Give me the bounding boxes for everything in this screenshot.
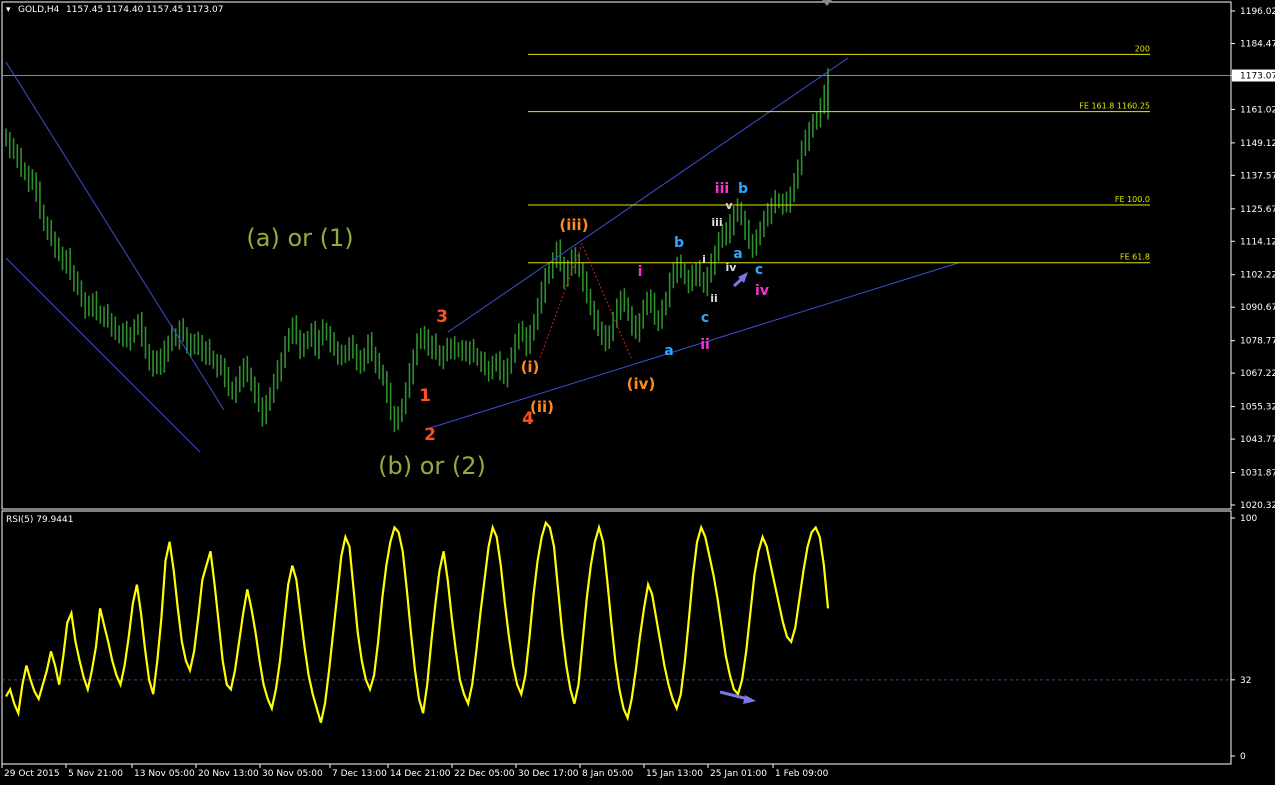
chart-canvas: ▾ GOLD,H4 1157.45 1174.40 1157.45 1173.0… — [1, 0, 1275, 779]
time-tick-label: 15 Jan 13:00 — [646, 769, 703, 779]
wave-label: (iii) — [559, 216, 588, 234]
wave-label: 1 — [419, 386, 431, 406]
wave-label: c — [701, 310, 709, 326]
fib-level-label: FE 61.8 — [1120, 253, 1150, 262]
wave-label: (b) or (2) — [378, 452, 486, 480]
price-layer — [5, 68, 829, 433]
price-tick-label: 1149.12 — [1240, 139, 1275, 149]
wave-label: (i) — [521, 358, 540, 376]
wave-label: i — [702, 253, 706, 266]
wave-label: (ii) — [530, 398, 554, 416]
wave-label: a — [733, 246, 742, 262]
price-tick-label: 1114.12 — [1240, 237, 1275, 247]
fib-level-label: FE 100.0 — [1115, 195, 1150, 204]
time-tick-label: 7 Dec 13:00 — [332, 769, 387, 779]
price-tick-label: 1196.02 — [1240, 7, 1275, 17]
time-tick-label: 25 Jan 01:00 — [710, 769, 767, 779]
time-tick-label: 14 Dec 21:00 — [390, 769, 451, 779]
price-tick-label: 1161.02 — [1240, 105, 1275, 115]
overlay-layer: 200 FE 161.8 1160.25 FE 100.0 FE 61.8 (a) or… — [2, 44, 1231, 704]
arrow-icon — [719, 690, 749, 701]
price-tick-label: 1031.87 — [1240, 469, 1275, 479]
price-tick-label: 1020.32 — [1240, 501, 1275, 511]
time-tick-label: 29 Oct 2015 — [4, 769, 60, 779]
wave-label: iii — [711, 216, 722, 229]
current-price-label: 1173.07 — [1240, 72, 1275, 82]
rsi-panel — [1, 510, 1232, 765]
channel-line — [5, 61, 225, 411]
wave-label: iii — [715, 181, 729, 197]
wave-label: v — [725, 199, 733, 212]
price-panel — [1, 1, 1232, 510]
price-tick-label: 1043.77 — [1240, 435, 1275, 445]
wave-label: iv — [726, 261, 738, 274]
channel-line — [429, 262, 959, 429]
wave-label: a — [664, 343, 673, 359]
price-tick-label: 1078.77 — [1240, 337, 1275, 347]
rsi-tick-label: 0 — [1240, 752, 1246, 762]
time-tick-label: 8 Jan 05:00 — [582, 769, 634, 779]
wave-label: ii — [710, 292, 718, 305]
time-tick-label: 30 Nov 05:00 — [262, 769, 323, 779]
price-tick-label: 1055.32 — [1240, 403, 1275, 413]
wave-label: b — [674, 235, 684, 251]
wave-label: i — [638, 264, 643, 280]
symbol-label: GOLD,H4 — [18, 5, 60, 15]
axis-layer: 1196.02 1184.47 1173.07 1161.02 1149.12 1137.… — [1, 7, 1275, 779]
price-tick-label: 1184.47 — [1240, 39, 1275, 49]
time-tick-label: 13 Nov 05:00 — [134, 769, 195, 779]
wave-label: ii — [700, 337, 710, 353]
price-tick-label: 1137.57 — [1240, 171, 1275, 181]
rsi-tick-label: 100 — [1240, 514, 1257, 524]
ohlc-readout: 1157.45 1174.40 1157.45 1173.07 — [66, 5, 223, 15]
channel-line — [447, 57, 849, 333]
price-tick-label: 1125.67 — [1240, 205, 1275, 215]
rsi-tick-label: 32 — [1240, 676, 1251, 686]
fib-level-label: FE 161.8 1160.25 — [1079, 102, 1150, 111]
price-tick-label: 1090.67 — [1240, 303, 1275, 313]
fib-level-label: 200 — [1135, 44, 1150, 53]
wave-label: iv — [755, 283, 769, 299]
time-tick-label: 22 Dec 05:00 — [454, 769, 515, 779]
price-tick-label: 1102.22 — [1240, 271, 1275, 281]
price-tick-label: 1067.22 — [1240, 369, 1275, 379]
time-tick-label: 5 Nov 21:00 — [68, 769, 123, 779]
wave-label: 3 — [436, 307, 448, 327]
time-tick-label: 1 Feb 09:00 — [775, 769, 829, 779]
rsi-line — [5, 520, 830, 724]
wave-label: b — [738, 181, 748, 197]
wave-label: c — [755, 262, 763, 278]
rsi-label: RSI(5) 79.9441 — [6, 515, 73, 525]
chart-shift-marker[interactable] — [822, 0, 832, 6]
time-tick-label: 20 Nov 13:00 — [198, 769, 259, 779]
arrow-head-icon — [743, 695, 756, 704]
wave-label: (a) or (1) — [246, 224, 353, 252]
dropdown-triangle-icon[interactable]: ▾ — [6, 5, 11, 15]
wave-label: 2 — [424, 425, 436, 445]
channel-line — [5, 257, 201, 453]
rsi-layer — [2, 520, 1231, 724]
wave-label: (iv) — [627, 375, 656, 393]
time-tick-label: 30 Dec 17:00 — [518, 769, 579, 779]
